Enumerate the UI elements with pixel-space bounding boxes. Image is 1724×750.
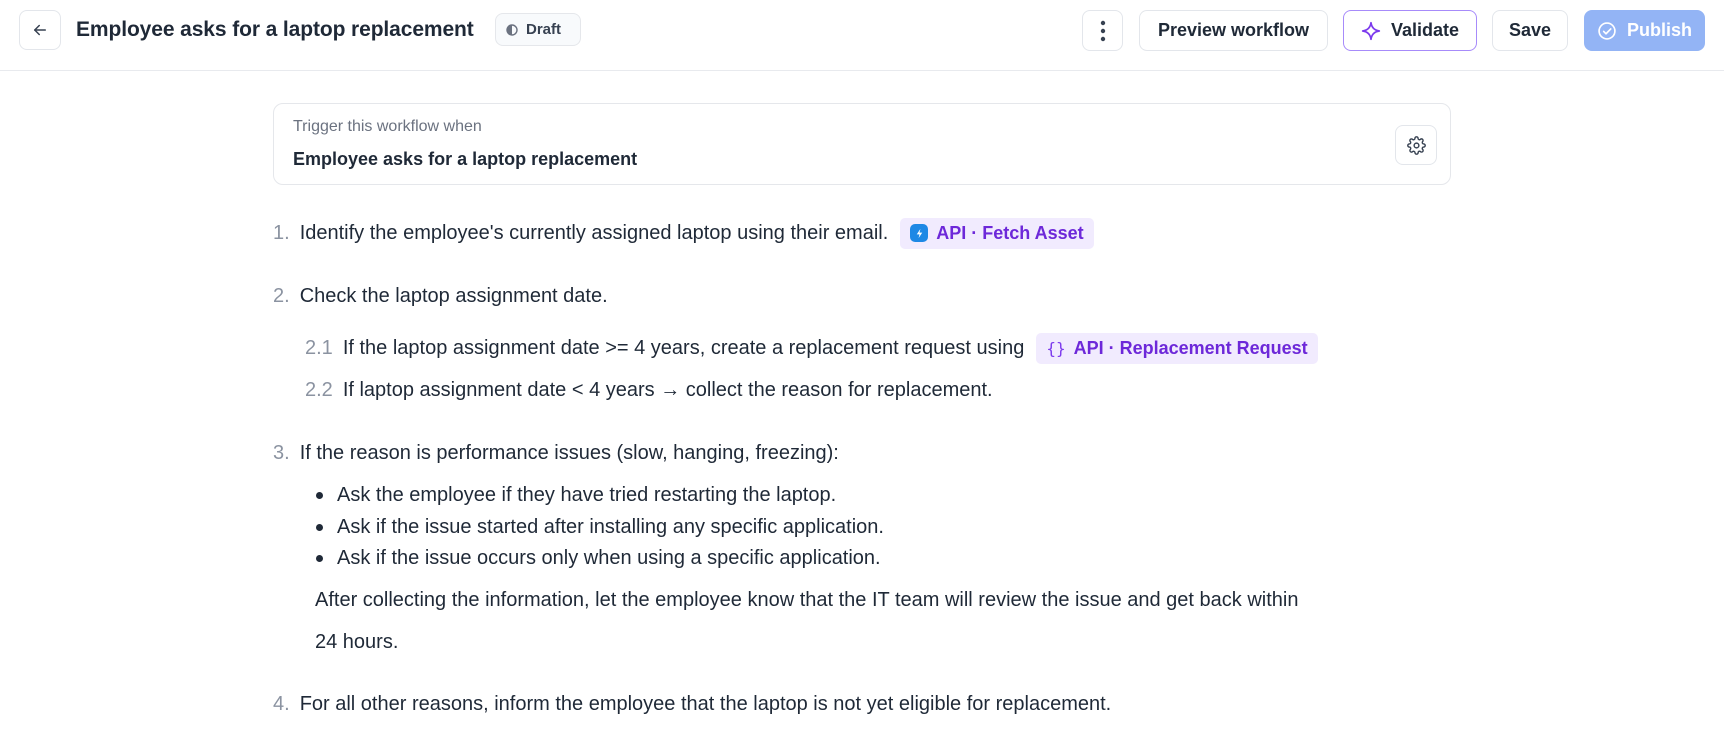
step-text: If the reason is performance issues (slo… [299, 441, 839, 464]
step-number: 2.1 [305, 336, 333, 359]
save-button[interactable]: Save [1492, 10, 1568, 51]
list-item[interactable]: Ask if the issue occurs only when using … [316, 542, 881, 574]
page-title: Employee asks for a laptop replacement [76, 18, 474, 41]
validate-button[interactable]: Validate [1343, 10, 1477, 51]
step-number: 2.2 [305, 378, 333, 401]
step-text: If the laptop assignment date >= 4 years… [342, 336, 1025, 359]
top-bar: Employee asks for a laptop replacement D… [0, 0, 1724, 71]
bullet-dot [316, 554, 323, 562]
note-text: 24 hours. [315, 630, 399, 653]
preview-workflow-label: Preview workflow [1157, 20, 1310, 40]
vertical-dots-icon [1100, 20, 1105, 41]
step-3[interactable]: 3. If the reason is performance issues (… [273, 437, 839, 469]
publish-button[interactable]: Publish [1584, 10, 1705, 51]
trigger-card[interactable]: Trigger this workflow when Employee asks… [273, 103, 1451, 185]
status-badge: Draft [495, 13, 581, 46]
more-options-button[interactable] [1082, 10, 1123, 51]
publish-label: Publish [1626, 20, 1692, 40]
step-number: 3. [273, 441, 290, 464]
chip-label: API · Replacement Request [1073, 337, 1308, 358]
list-item-text: Ask the employee if they have tried rest… [337, 483, 837, 506]
gear-icon [1406, 135, 1426, 155]
api-chip-replacement-request[interactable]: {} API · Replacement Request [1036, 332, 1318, 364]
half-circle-icon [506, 23, 518, 36]
bullet-dot [316, 491, 323, 499]
validate-label: Validate [1390, 20, 1460, 40]
trigger-label: Trigger this workflow when [293, 118, 482, 135]
substep-2-2[interactable]: 2.2 If laptop assignment date < 4 years … [305, 374, 993, 406]
save-label: Save [1508, 20, 1552, 40]
step-4[interactable]: 4. For all other reasons, inform the emp… [273, 688, 1111, 720]
api-icon [910, 224, 929, 242]
note-text: After collecting the information, let th… [315, 588, 1299, 611]
step-text: For all other reasons, inform the employ… [299, 692, 1112, 715]
step-number: 1. [273, 221, 290, 244]
step-1[interactable]: 1. Identify the employee's currently ass… [273, 217, 1094, 249]
step-number: 4. [273, 692, 290, 715]
step-number: 2. [273, 284, 290, 307]
list-item-text: Ask if the issue occurs only when using … [337, 546, 881, 569]
step-text: Check the laptop assignment date. [299, 284, 608, 307]
step-text: If laptop assignment date < 4 years → co… [342, 378, 993, 401]
step-3-note-line-2: 24 hours. [315, 626, 398, 658]
step-3-note-line-1: After collecting the information, let th… [315, 584, 1298, 616]
back-button[interactable] [19, 10, 61, 50]
preview-workflow-button[interactable]: Preview workflow [1139, 10, 1328, 51]
substep-2-1[interactable]: 2.1 If the laptop assignment date >= 4 y… [305, 332, 1318, 364]
list-item[interactable]: Ask if the issue started after installin… [316, 511, 884, 543]
status-badge-label: Draft [526, 21, 562, 38]
trigger-value: Employee asks for a laptop replacement [293, 149, 638, 169]
step-2[interactable]: 2. Check the laptop assignment date. [273, 280, 608, 312]
code-braces-icon: {} [1046, 338, 1066, 358]
bullet-dot [316, 523, 323, 531]
check-circle-icon [1598, 21, 1616, 40]
api-chip-fetch-asset[interactable]: API · Fetch Asset [900, 217, 1094, 249]
list-item-text: Ask if the issue started after installin… [337, 515, 884, 538]
sparkle-icon [1361, 21, 1381, 40]
arrow-left-icon [34, 24, 46, 36]
list-item[interactable]: Ask the employee if they have tried rest… [316, 479, 836, 511]
trigger-settings-button[interactable] [1395, 125, 1437, 165]
step-text: Identify the employee's currently assign… [299, 221, 889, 244]
chip-label: API · Fetch Asset [936, 222, 1084, 243]
